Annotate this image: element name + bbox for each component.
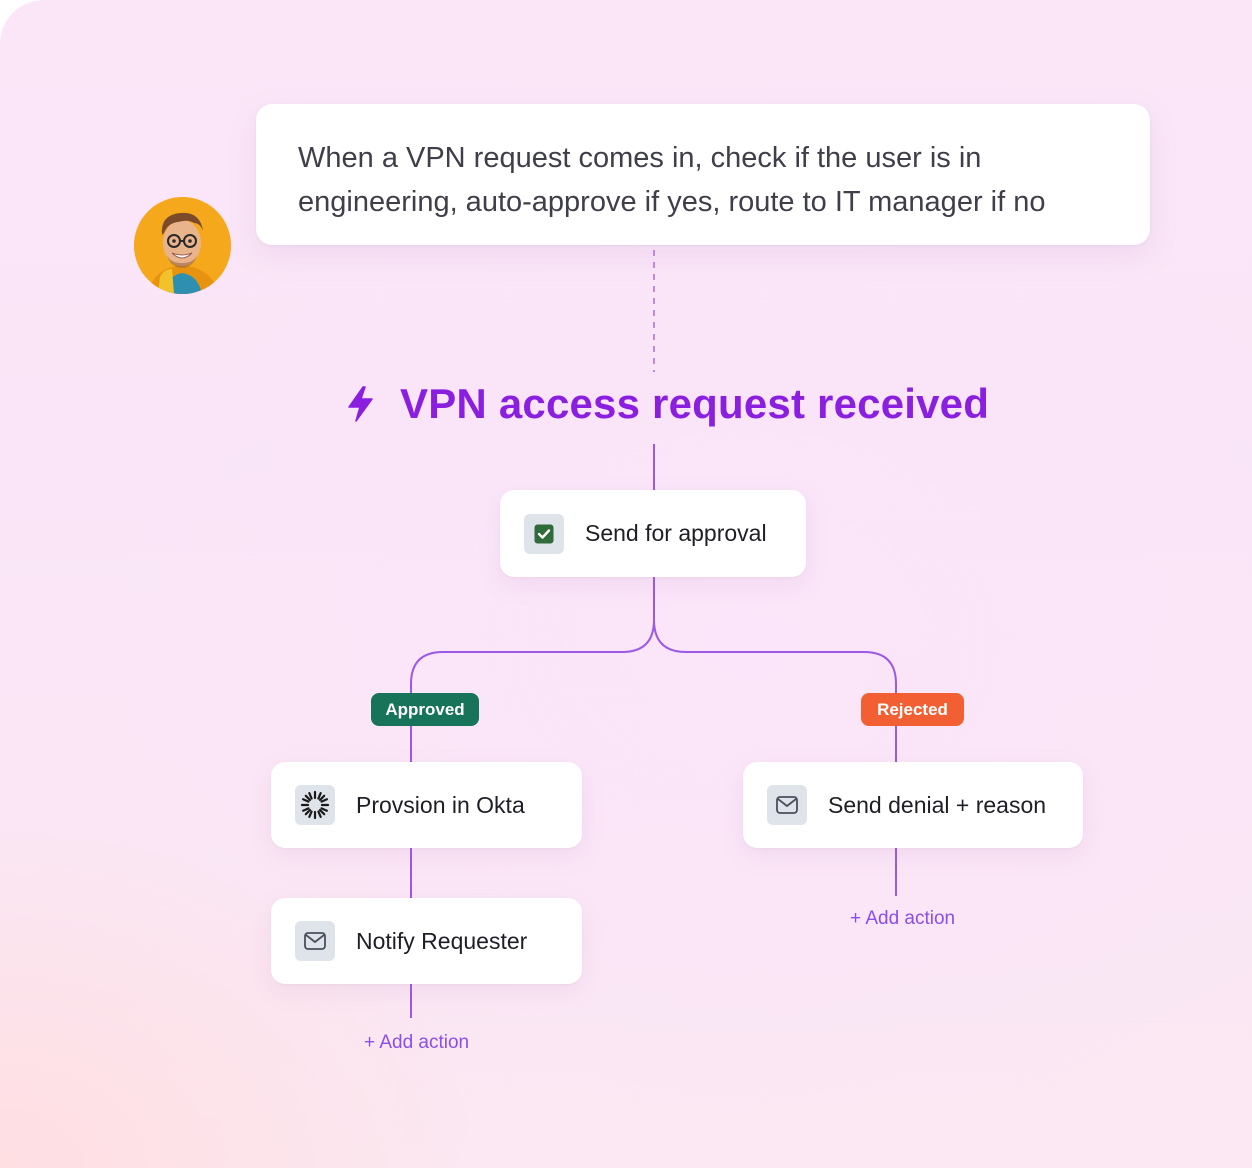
- trigger-title: VPN access request received: [400, 380, 990, 427]
- user-portrait-icon: [134, 197, 231, 294]
- avatar: [134, 197, 231, 294]
- send-denial-step[interactable]: Send denial + reason: [743, 762, 1083, 848]
- add-action-rejected[interactable]: + Add action: [850, 908, 955, 930]
- workflow-canvas: When a VPN request comes in, check if th…: [0, 0, 1252, 1168]
- rejected-badge: Rejected: [861, 693, 964, 726]
- denial-step-label: Send denial + reason: [828, 791, 1047, 818]
- lightning-bolt-icon: [348, 386, 373, 422]
- okta-step-label: Provsion in Okta: [356, 791, 525, 818]
- branch-connector: [653, 619, 897, 764]
- prompt-card: When a VPN request comes in, check if th…: [256, 104, 1150, 245]
- checkbox-checked-icon: [534, 524, 554, 543]
- branch-connector: [410, 577, 655, 762]
- prompt-text: When a VPN request comes in, check if th…: [298, 136, 1108, 224]
- notify-icon-tile: [295, 921, 335, 961]
- mail-icon: [304, 932, 326, 950]
- notify-step-label: Notify Requester: [356, 927, 528, 954]
- okta-icon-tile: [295, 785, 335, 825]
- add-action-approved[interactable]: + Add action: [364, 1032, 469, 1054]
- approval-icon-tile: [524, 513, 564, 554]
- provision-in-okta-step[interactable]: Provsion in Okta: [271, 762, 582, 848]
- approved-badge: Approved: [371, 693, 479, 726]
- notify-requester-step[interactable]: Notify Requester: [271, 898, 582, 984]
- prompt-line-2: engineering, auto-approve if yes, route …: [298, 186, 1046, 218]
- trigger-header[interactable]: VPN access request received: [344, 376, 989, 432]
- mail-icon: [776, 796, 798, 814]
- okta-logo-icon: [300, 790, 330, 820]
- denial-icon-tile: [767, 785, 807, 825]
- send-for-approval-step[interactable]: Send for approval: [500, 490, 806, 577]
- prompt-line-1: When a VPN request comes in, check if th…: [298, 142, 982, 174]
- approval-step-label: Send for approval: [585, 520, 767, 546]
